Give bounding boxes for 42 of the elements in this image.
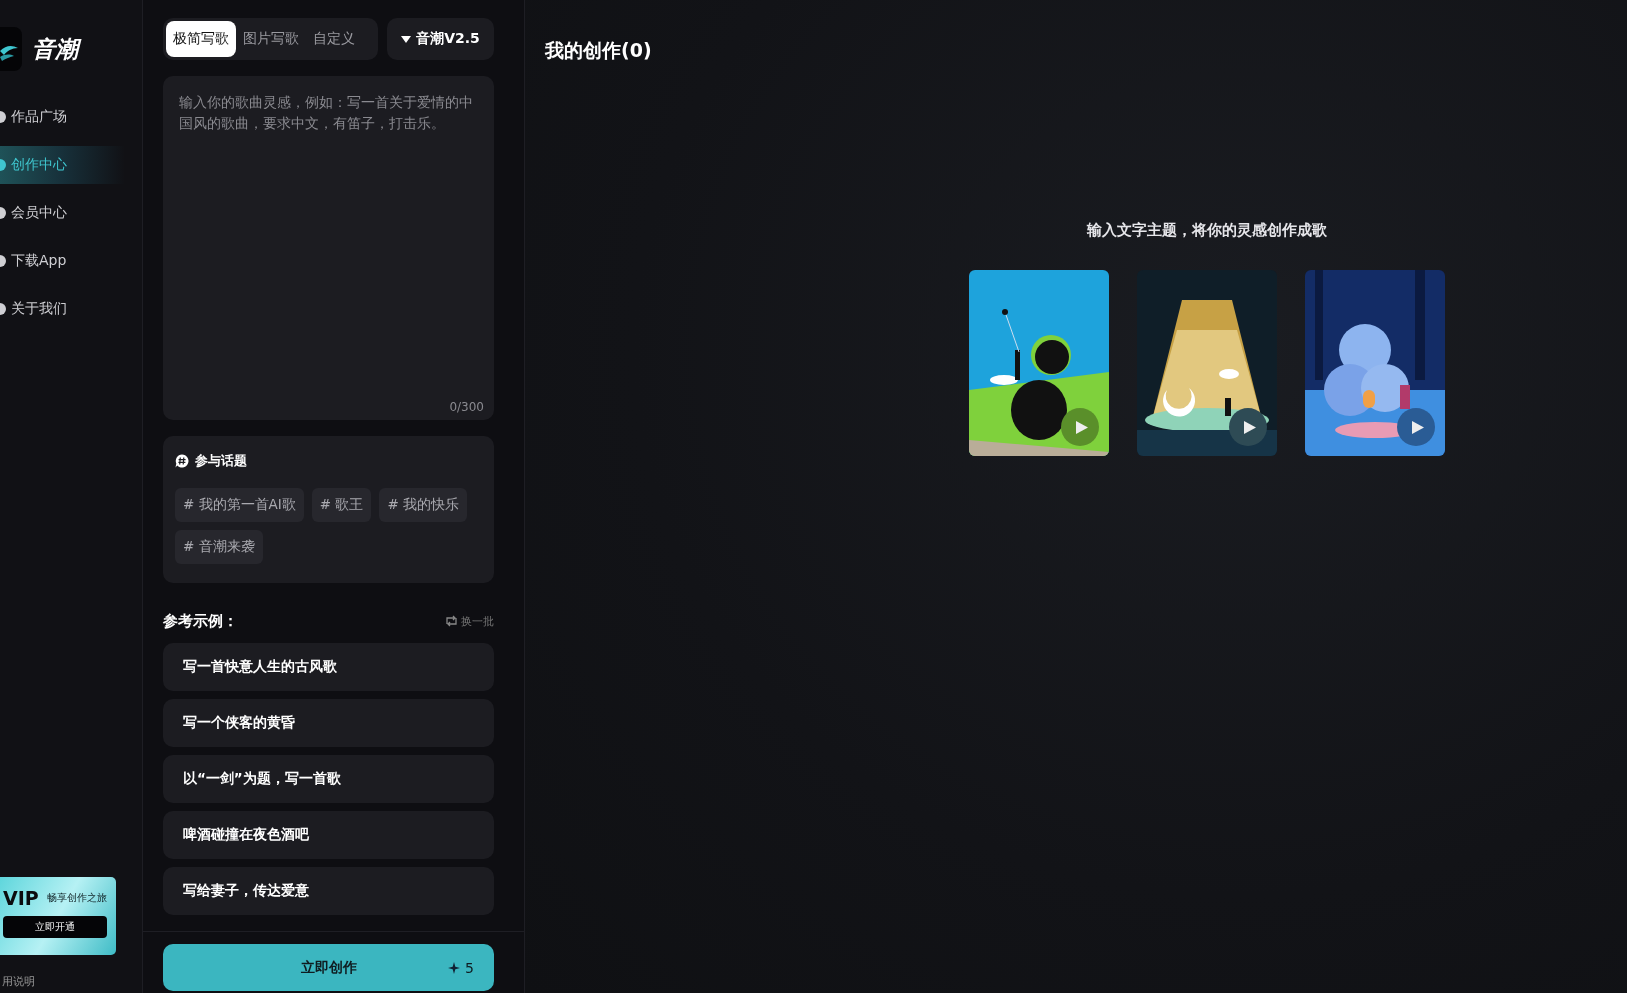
credit-cost: 5: [465, 959, 474, 976]
nav-item[interactable]: 下载App: [0, 242, 125, 280]
play-icon: [1411, 420, 1424, 434]
play-icon: [1243, 420, 1256, 434]
caret-icon: [401, 35, 412, 43]
example-prompt[interactable]: 写一个侠客的黄昏: [163, 699, 494, 747]
nav-icon: [0, 207, 6, 219]
page-title: 我的创作(0): [545, 38, 653, 63]
nav-icon: [0, 159, 6, 171]
nav-icon: [0, 255, 6, 267]
help-link[interactable]: 用说明: [2, 975, 142, 989]
empty-hint: 输入文字主题，将你的灵感创作成歌: [1087, 221, 1327, 240]
nav-icon: [0, 111, 6, 123]
example-prompt[interactable]: 以“一剑”为题，写一首歌: [163, 755, 494, 803]
mode-tab[interactable]: 极简写歌: [166, 21, 236, 57]
refresh-button[interactable]: 换一批: [445, 613, 494, 629]
examples-title: 参考示例：: [163, 611, 238, 631]
vip-button[interactable]: 立即开通: [3, 916, 107, 938]
nav-item[interactable]: 关于我们: [0, 290, 125, 328]
model-dropdown[interactable]: 音潮V2.5: [387, 18, 494, 60]
mode-tab[interactable]: 自定义: [306, 21, 362, 57]
example-prompt[interactable]: 啤酒碰撞在夜色酒吧: [163, 811, 494, 859]
mode-tab[interactable]: 图片写歌: [236, 21, 306, 57]
nav-icon: [0, 303, 6, 315]
example-prompt[interactable]: 写给妻子，传达爱意: [163, 867, 494, 915]
sparkle-icon: [448, 961, 461, 974]
play-icon: [1075, 420, 1088, 434]
char-counter: 0/300: [449, 400, 484, 414]
vip-label: VIP: [3, 889, 39, 908]
topic-tag[interactable]: # 歌王: [311, 488, 372, 522]
example-prompt[interactable]: 写一首快意人生的古风歌: [163, 643, 494, 691]
refresh-icon: [445, 615, 458, 627]
topics-title: 参与话题: [195, 452, 247, 470]
create-button[interactable]: 立即创作 5: [163, 944, 494, 991]
topic-tag[interactable]: # 音潮来袭: [175, 530, 263, 564]
nav-item[interactable]: 作品广场: [0, 98, 125, 136]
nav-item[interactable]: 会员中心: [0, 194, 125, 232]
logo-icon: [0, 27, 22, 71]
topic-tag[interactable]: # 我的快乐: [379, 488, 468, 522]
chat-hash-icon: [175, 454, 189, 468]
topic-tag[interactable]: # 我的第一首AI歌: [175, 488, 304, 522]
vip-tagline: 畅享创作之旅: [46, 892, 107, 905]
